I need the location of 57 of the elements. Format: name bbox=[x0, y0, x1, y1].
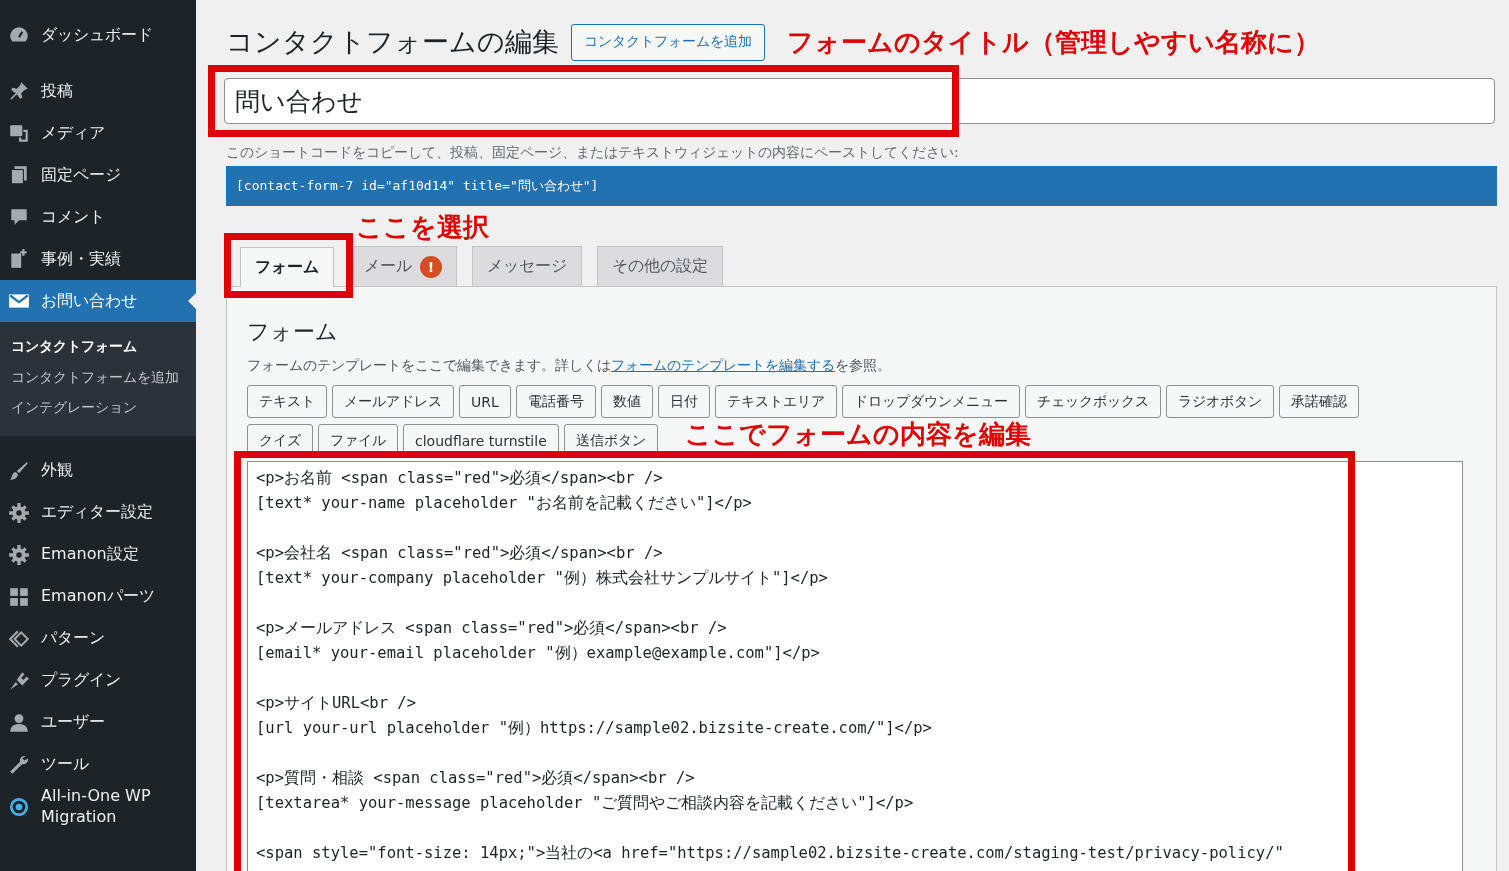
person-icon bbox=[8, 711, 30, 734]
form-template-field[interactable]: <p>お名前 <span class="red">必須</span><br /> [text* your-name placeholder "お名前を記載ください"]</p> <p>会社名 <span class="red">必須</span><br /> [text* your-company placeholder "例）株式会社サンプルサイト"]</p> <p>メールアドレス <span class="red">必須</span><br /> [email* your-email placeholder "例）example@example.com"]</p> <p>サイトURL<br /> [url your-url placeholder "例）https://sample02.bizsite-create.com/"]</p> <p>質問・相談 <span class="red">必須</span><br /> [textarea* your-message placeholder "ご質問やご相談内容を記載ください"]</p> <span style="font-size: 14px;">当社の<a href="https://sample02.bizsite-create.com/staging-test/privacy-policy/" bbox=[247, 461, 1463, 871]
sidebar-item[interactable]: ダッシュボード bbox=[0, 14, 196, 56]
sidebar-item[interactable]: パターン bbox=[0, 617, 196, 660]
sidebar-item[interactable]: エディター設定 bbox=[0, 491, 196, 534]
section-heading: フォーム bbox=[247, 318, 339, 346]
shortcode-hint: このショートコードをコピーして、投稿、固定ページ、またはテキストウィジェットの内容にペーストしてください: bbox=[226, 144, 960, 162]
sidebar-item[interactable]: お問い合わせ bbox=[0, 280, 196, 322]
sidebar-item[interactable]: 固定ページ bbox=[0, 154, 196, 196]
shortcode-text: [contact-form-7 id="af10d14" title="問い合わせ"] bbox=[236, 177, 599, 195]
tag-generator-button[interactable]: メールアドレス bbox=[332, 385, 454, 418]
tag-generator-button[interactable]: テキストエリア bbox=[714, 385, 837, 418]
warning-badge: ! bbox=[420, 255, 442, 278]
sidebar-item[interactable]: ユーザー bbox=[0, 701, 196, 744]
sidebar-item[interactable]: コメント bbox=[0, 196, 196, 238]
plug-icon bbox=[8, 669, 30, 692]
brush-icon bbox=[8, 459, 30, 482]
submenu-item[interactable]: コンタクトフォーム bbox=[0, 332, 196, 363]
tag-generator-button[interactable]: ラジオボタン bbox=[1165, 385, 1274, 418]
sidebar-item[interactable]: 事例・実績 bbox=[0, 238, 196, 280]
tag-generator-button[interactable]: ドロップダウンメニュー bbox=[841, 385, 1020, 418]
submenu-item[interactable]: インテグレーション bbox=[0, 393, 196, 424]
tab[interactable]: その他の設定 bbox=[597, 246, 723, 286]
tab[interactable]: メッセージ bbox=[472, 246, 582, 286]
submenu-item[interactable]: コンタクトフォームを追加 bbox=[0, 362, 196, 394]
tag-generator-button[interactable]: 数値 bbox=[600, 385, 653, 418]
sidebar-item[interactable]: 外観 bbox=[0, 449, 196, 492]
sidebar-item[interactable]: 投稿 bbox=[0, 70, 196, 112]
media-icon bbox=[8, 122, 30, 144]
sidebar-item[interactable]: Emanon設定 bbox=[0, 533, 196, 576]
annotation-text: ここを選択 bbox=[355, 211, 490, 244]
add-form-button[interactable]: コンタクトフォームを追加 bbox=[571, 23, 765, 61]
sidebar-item[interactable]: ツール bbox=[0, 743, 196, 786]
tag-generator-button[interactable]: 日付 bbox=[657, 385, 710, 418]
sidebar-item[interactable]: Emanonパーツ bbox=[0, 575, 196, 618]
annotation-text: ここでフォームの内容を編集 bbox=[684, 418, 1031, 451]
tag-generator-button[interactable]: URL bbox=[459, 385, 511, 418]
sidebar-item[interactable]: メディア bbox=[0, 112, 196, 154]
help-link[interactable]: フォームのテンプレートを編集する bbox=[611, 357, 835, 373]
wrench-icon bbox=[8, 753, 30, 776]
sidebar-item[interactable]: プラグイン bbox=[0, 659, 196, 702]
pushpin-icon bbox=[8, 80, 30, 102]
annotation-text: フォームのタイトル（管理しやすい名称に） bbox=[787, 25, 1320, 59]
grid-icon bbox=[8, 585, 30, 608]
tab[interactable]: フォーム bbox=[240, 247, 334, 287]
description-text: フォームのテンプレートをここで編集できます。詳しくはフォームのテンプレートを編集する を参照。 bbox=[247, 357, 892, 375]
pages-icon bbox=[8, 164, 30, 186]
tag-generator-button[interactable]: テキスト bbox=[247, 385, 327, 418]
gear-icon bbox=[8, 543, 30, 566]
form-title-field[interactable]: 問い合わせ bbox=[224, 78, 1495, 124]
tag-generator-button[interactable]: 電話番号 bbox=[515, 385, 596, 418]
page-title: コンタクトフォームの編集 bbox=[226, 25, 559, 59]
document-icon bbox=[8, 248, 30, 270]
sidebar-item[interactable]: All-in-One WP Migration bbox=[0, 785, 196, 828]
tag-generator-button[interactable]: 承諾確認 bbox=[1278, 385, 1359, 418]
gear-icon bbox=[8, 501, 30, 524]
tag-generator-button[interactable]: チェックボックス bbox=[1024, 385, 1161, 418]
